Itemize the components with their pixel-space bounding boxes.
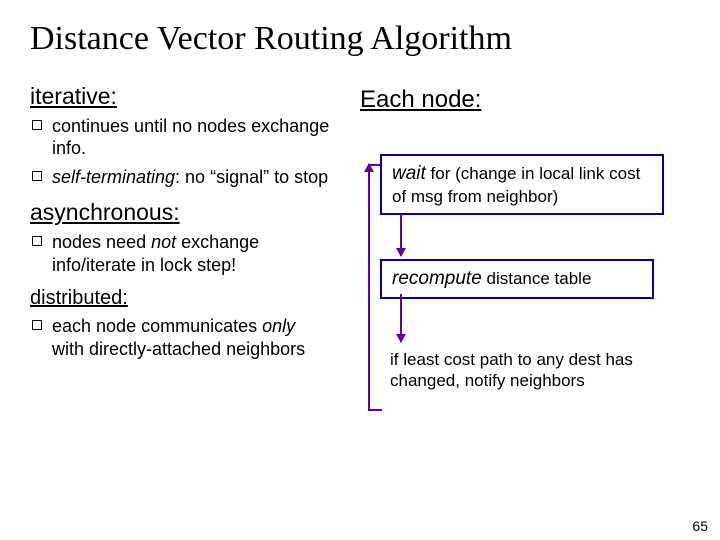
list-item: continues until no nodes exchange info.	[30, 115, 330, 160]
async-list: nodes need not exchange info/iterate in …	[30, 231, 330, 276]
columns: iterative: continues until no nodes exch…	[30, 78, 690, 454]
list-item: self-terminating: no “signal” to stop	[30, 166, 330, 189]
heading-iterative: iterative:	[30, 82, 330, 111]
iterative-list: continues until no nodes exchange info. …	[30, 115, 330, 189]
slide: Distance Vector Routing Algorithm iterat…	[0, 0, 720, 540]
arrow-feedback-icon	[368, 164, 370, 409]
text: with directly-attached neighbors	[52, 339, 305, 359]
heading-distributed: distributed:	[30, 286, 330, 311]
flow-text-notify: if least cost path to any dest has chang…	[380, 349, 660, 392]
heading-async: asynchronous:	[30, 198, 330, 227]
text: continues until no nodes exchange info.	[52, 116, 329, 159]
list-item: each node communicates only with directl…	[30, 315, 330, 360]
text-italic: wait	[392, 163, 426, 184]
text: for (change in local link cost of msg fr…	[392, 164, 640, 206]
text-italic: not	[151, 232, 176, 252]
text-italic: self-terminating	[52, 167, 175, 187]
flow-diagram: wait for (change in local link cost of m…	[360, 134, 660, 454]
text: neighbors	[505, 371, 584, 390]
arrow-down-icon	[400, 214, 402, 256]
slide-title: Distance Vector Routing Algorithm	[30, 20, 690, 58]
distributed-list: each node communicates only with directl…	[30, 315, 330, 360]
text-italic: recompute	[392, 268, 482, 289]
heading-each-node: Each node:	[360, 86, 690, 114]
right-column: Each node: wait for (change in local lin…	[360, 78, 690, 454]
flow-box-recompute: recompute distance table	[380, 259, 654, 299]
connector-line	[368, 164, 380, 166]
page-number: 65	[692, 518, 708, 534]
left-column: iterative: continues until no nodes exch…	[30, 78, 330, 454]
text-italic: only	[262, 316, 295, 336]
flow-box-wait: wait for (change in local link cost of m…	[380, 154, 664, 215]
text: nodes need	[52, 232, 151, 252]
arrow-down-icon	[400, 294, 402, 342]
connector-line	[368, 409, 382, 411]
text: each node communicates	[52, 316, 262, 336]
list-item: nodes need not exchange info/iterate in …	[30, 231, 330, 276]
text-italic: notify	[465, 371, 506, 390]
text: distance table	[482, 269, 592, 288]
text: : no “signal” to stop	[175, 167, 328, 187]
